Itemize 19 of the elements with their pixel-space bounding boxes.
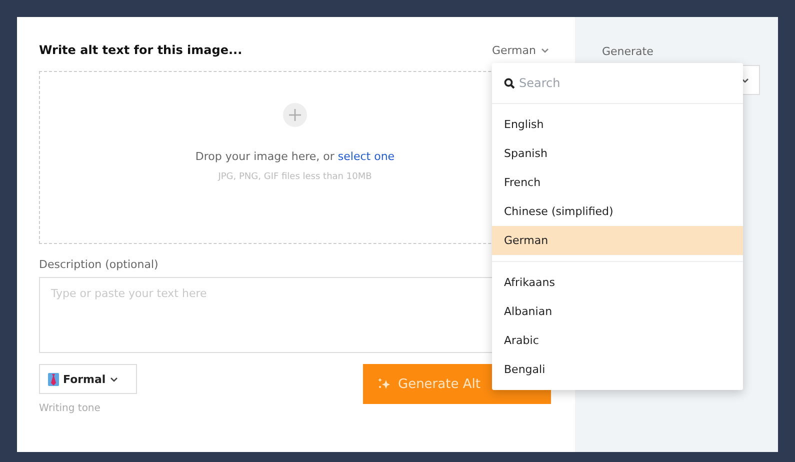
tone-caption: Writing tone xyxy=(39,403,100,414)
language-option[interactable]: Afrikaans xyxy=(492,268,743,297)
file-requirements: JPG, PNG, GIF files less than 10MB xyxy=(218,172,372,182)
chevron-icon xyxy=(110,376,118,382)
tone-select[interactable]: Formal xyxy=(39,364,137,394)
select-file-link[interactable]: select one xyxy=(338,150,395,163)
drop-instructions: Drop your image here, or select one xyxy=(195,150,395,163)
add-icon xyxy=(283,103,307,127)
search-icon xyxy=(504,78,515,88)
panel-label: Generate xyxy=(602,45,654,58)
language-option[interactable]: German xyxy=(492,226,743,255)
language-option[interactable]: Arabic xyxy=(492,326,743,355)
language-select[interactable]: German xyxy=(492,44,549,56)
sparkle-icon xyxy=(377,377,391,391)
language-option[interactable]: Albanian xyxy=(492,297,743,326)
chevron-icon xyxy=(541,48,549,52)
necktie-icon xyxy=(48,372,59,386)
form-title: Write alt text for this image... xyxy=(39,43,242,57)
field-label: Description (optional) xyxy=(39,258,160,271)
